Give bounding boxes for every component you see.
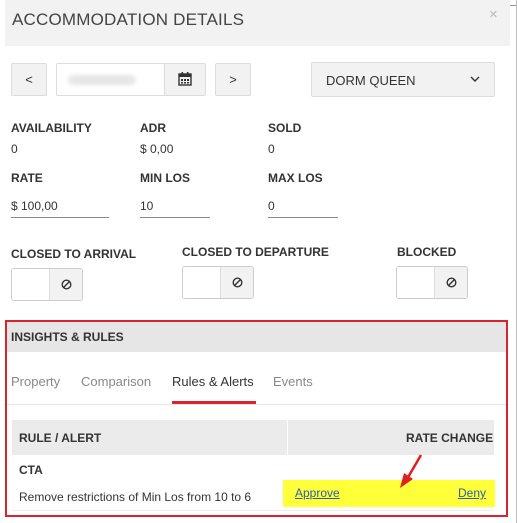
sold-value: 0 (268, 142, 275, 156)
room-type-value: DORM QUEEN (326, 73, 416, 88)
panel-header: ACCOMMODATION DETAILS × (5, 0, 510, 46)
calendar-button[interactable] (164, 64, 205, 95)
toggle-off-option[interactable] (50, 269, 82, 300)
prev-date-button[interactable]: < (11, 63, 47, 96)
date-input[interactable] (56, 63, 206, 96)
blocked-toggle[interactable] (396, 266, 468, 299)
adr-label: ADR (140, 121, 166, 135)
toggle-on-option[interactable] (183, 267, 221, 298)
max-los-label: MAX LOS (268, 171, 323, 185)
closed-to-departure-label: CLOSED TO DEPARTURE (182, 245, 329, 259)
room-type-select[interactable]: DORM QUEEN (311, 62, 495, 97)
next-date-button[interactable]: > (215, 63, 251, 96)
ban-icon (61, 279, 72, 290)
availability-value: 0 (11, 142, 18, 156)
ban-icon (446, 277, 457, 288)
min-los-input[interactable]: 10 (140, 196, 210, 218)
rate-input[interactable]: $ 100,00 (11, 196, 109, 218)
min-los-label: MIN LOS (140, 171, 190, 185)
max-los-input[interactable]: 0 (268, 196, 338, 218)
toggle-on-option[interactable] (12, 269, 50, 300)
toggle-off-option[interactable] (435, 267, 467, 298)
date-value-redacted (68, 75, 136, 85)
closed-to-arrival-toggle[interactable] (11, 268, 83, 301)
close-icon[interactable]: × (489, 6, 498, 23)
sold-label: SOLD (268, 121, 302, 135)
rate-label: RATE (11, 171, 43, 185)
chevron-down-icon (470, 76, 480, 82)
panel-title: ACCOMMODATION DETAILS (12, 10, 245, 29)
ban-icon (232, 277, 243, 288)
closed-to-arrival-label: CLOSED TO ARRIVAL (11, 247, 137, 261)
toggle-on-option[interactable] (397, 267, 435, 298)
availability-label: AVAILABILITY (11, 121, 92, 135)
toggle-off-option[interactable] (221, 267, 253, 298)
blocked-label: BLOCKED (397, 245, 457, 259)
closed-to-departure-toggle[interactable] (182, 266, 254, 299)
adr-value: $ 0,00 (140, 142, 174, 156)
annotation-highlight-frame (5, 320, 508, 517)
calendar-icon (178, 72, 192, 86)
